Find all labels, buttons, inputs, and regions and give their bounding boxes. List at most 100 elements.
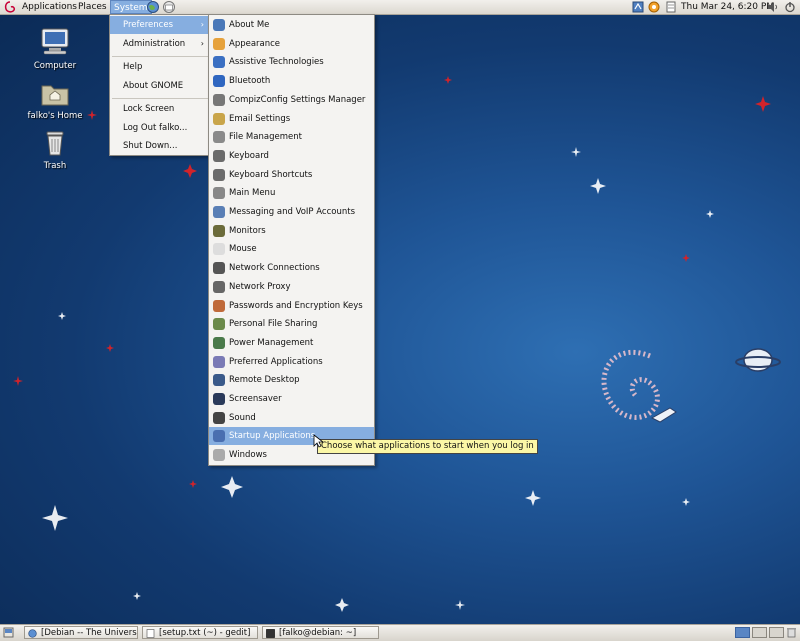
messaging-and-voip-accounts-icon: [213, 206, 225, 218]
preferences-item-power-management[interactable]: Power Management: [209, 334, 374, 352]
preferences-item-compizconfig-settings-manager[interactable]: CompizConfig Settings Manager: [209, 91, 374, 109]
notes-applet-icon[interactable]: [665, 1, 677, 13]
menu-item-label: Power Management: [229, 337, 314, 348]
passwords-and-encryption-keys-icon: [213, 299, 225, 312]
menu-item-label: Preferred Applications: [229, 356, 323, 367]
mouse-pointer-icon: [313, 434, 323, 448]
preferences-item-mouse[interactable]: Mouse: [209, 240, 374, 258]
menu-item-label: Personal File Sharing: [229, 319, 318, 330]
remote-desktop-icon: [213, 374, 225, 387]
monitors-icon: [213, 224, 225, 237]
show-desktop-icon[interactable]: [3, 627, 14, 638]
trash-icon: [46, 131, 64, 156]
system-menu-item-log-out[interactable]: Log Out falko...: [110, 119, 210, 137]
menu-item-tooltip: Choose what applications to start when y…: [317, 439, 538, 454]
text-editor-icon: [146, 629, 155, 638]
menu-item-label: About Me: [229, 20, 270, 30]
email-settings-icon: [213, 112, 225, 125]
network-connections-icon: [213, 262, 225, 275]
preferences-item-passwords-and-encryption-keys[interactable]: Passwords and Encryption Keys: [209, 297, 374, 315]
desktop-icon-label: falko's Home: [27, 111, 83, 121]
compizconfig-settings-manager-icon: [213, 93, 225, 106]
system-menu-item-lock-screen[interactable]: Lock Screen: [110, 100, 210, 118]
preferences-item-main-menu[interactable]: Main Menu: [209, 184, 374, 202]
preferences-item-assistive-technologies[interactable]: Assistive Technologies: [209, 53, 374, 71]
about-me-icon: [213, 19, 225, 31]
workspace-2[interactable]: [752, 627, 767, 638]
network-proxy-icon: [213, 280, 225, 293]
menu-item-label: Keyboard: [229, 150, 269, 161]
desktop-icon-trash[interactable]: Trash: [20, 130, 90, 171]
workspace-3[interactable]: [769, 627, 784, 638]
preferences-item-personal-file-sharing[interactable]: Personal File Sharing: [209, 315, 374, 333]
web-browser-icon: [28, 629, 37, 638]
startup-applications-icon: [213, 430, 225, 443]
windows-icon: [213, 449, 225, 462]
network-status-icon[interactable]: [632, 1, 644, 13]
menu-item-label: Remote Desktop: [229, 375, 300, 386]
preferences-submenu: About Me Appearance Assistive Technologies…: [208, 14, 375, 466]
taskbar-button-terminal[interactable]: [falko@debian: ~]: [262, 626, 379, 639]
workspace-1[interactable]: [735, 627, 750, 638]
trash-applet-icon[interactable]: [786, 627, 797, 638]
preferences-item-remote-desktop[interactable]: Remote Desktop: [209, 371, 374, 389]
preferences-item-preferred-applications[interactable]: Preferred Applications: [209, 353, 374, 371]
email-launcher-icon[interactable]: [162, 0, 176, 14]
system-menu-item-shut-down[interactable]: Shut Down...: [110, 137, 210, 155]
bluetooth-icon: [213, 75, 225, 88]
menu-applications[interactable]: Applications: [19, 0, 80, 14]
preferences-item-network-connections[interactable]: Network Connections: [209, 259, 374, 277]
sound-icon: [213, 411, 225, 424]
desktop-icon-label: Trash: [43, 161, 67, 171]
computer-icon: [41, 28, 69, 55]
preferences-item-about-me[interactable]: About Me: [209, 16, 374, 34]
menu-item-label: Main Menu: [229, 188, 276, 199]
keyboard-icon: [213, 149, 225, 162]
mouse-icon: [213, 243, 225, 256]
personal-file-sharing-icon: [213, 318, 225, 331]
preferences-item-appearance[interactable]: Appearance: [209, 35, 374, 53]
preferences-item-sound[interactable]: Sound: [209, 409, 374, 427]
preferences-item-bluetooth[interactable]: Bluetooth: [209, 72, 374, 90]
menu-places[interactable]: Places: [75, 0, 110, 14]
shutdown-icon[interactable]: [784, 1, 796, 13]
preferences-item-keyboard-shortcuts[interactable]: Keyboard Shortcuts: [209, 166, 374, 184]
preferences-item-screensaver[interactable]: Screensaver: [209, 390, 374, 408]
system-menu-item-help[interactable]: Help: [110, 58, 210, 76]
appearance-icon: [213, 37, 225, 50]
panel-clock[interactable]: Thu Mar 24, 6:20 PM: [678, 0, 777, 14]
web-browser-launcher-icon[interactable]: [146, 0, 160, 14]
menu-separator: [112, 98, 208, 99]
preferences-item-email-settings[interactable]: Email Settings: [209, 110, 374, 128]
system-menu-item-preferences[interactable]: Preferences ›: [110, 16, 210, 34]
system-menu-item-about-gnome[interactable]: About GNOME: [110, 77, 210, 95]
system-menu: Preferences › Administration › Help About …: [109, 14, 211, 156]
menu-item-label: Windows: [229, 450, 267, 461]
desktop-icon-label: Computer: [33, 61, 77, 71]
top-panel: Applications Places System Thu Mar 24, 6…: [0, 0, 800, 15]
menu-item-label: Administration: [123, 39, 186, 49]
menu-item-label: File Management: [229, 132, 302, 143]
menu-item-label: Assistive Technologies: [229, 57, 324, 68]
preferences-item-monitors[interactable]: Monitors: [209, 222, 374, 240]
taskbar-button-browser[interactable]: [Debian -- The Univers...: [24, 626, 138, 639]
menu-item-label: Monitors: [229, 225, 266, 236]
menu-item-label: Messaging and VoIP Accounts: [229, 207, 356, 217]
menu-separator: [112, 56, 208, 57]
terminal-icon: [266, 629, 275, 638]
volume-icon[interactable]: [767, 1, 779, 13]
update-notifier-icon[interactable]: [648, 1, 660, 13]
menu-item-label: Keyboard Shortcuts: [229, 169, 313, 180]
preferences-item-messaging-and-voip-accounts[interactable]: Messaging and VoIP Accounts: [209, 203, 374, 221]
menu-item-label: Network Connections: [229, 263, 320, 274]
screensaver-icon: [213, 393, 225, 405]
main-menu-icon: [213, 187, 225, 200]
menu-item-label: Screensaver: [229, 394, 282, 404]
preferences-item-network-proxy[interactable]: Network Proxy: [209, 278, 374, 296]
desktop-icon-computer[interactable]: Computer: [20, 28, 90, 71]
preferences-item-file-management[interactable]: File Management: [209, 128, 374, 146]
preferences-item-keyboard[interactable]: Keyboard: [209, 147, 374, 165]
desktop-icon-home[interactable]: falko's Home: [20, 80, 90, 121]
taskbar-button-gedit[interactable]: [setup.txt (~) - gedit]: [142, 626, 258, 639]
system-menu-item-administration[interactable]: Administration ›: [110, 35, 210, 53]
